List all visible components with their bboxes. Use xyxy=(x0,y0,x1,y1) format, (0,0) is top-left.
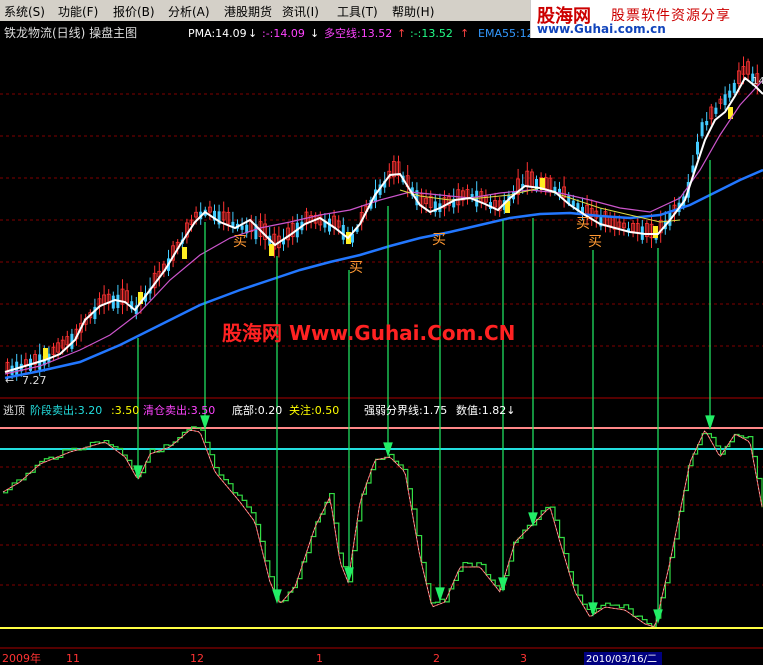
candle-body xyxy=(700,122,704,137)
stage-sell-extra: :3.50 xyxy=(111,404,139,417)
clear-sell-value: 清仓卖出:3.50 xyxy=(143,403,215,417)
buy-signal-4: 买 xyxy=(576,216,590,232)
buy-signal-3: 买 xyxy=(432,232,446,248)
stock-chart[interactable]: 买 买 买 买 买 铁龙物流(日线) 操盘主图 PMA:14.09 ↓ :-:1… xyxy=(0,21,763,665)
attention-value: 关注:0.50 xyxy=(289,403,339,417)
pma-value: PMA:14.09 xyxy=(188,27,247,40)
candle-body xyxy=(705,120,709,126)
menu-item-function[interactable]: 功能(F) xyxy=(58,3,98,20)
ma2-arrow: ↓ xyxy=(310,27,319,40)
bull-bear-value: 多空线:13.52 xyxy=(324,26,392,40)
menu-item-news[interactable]: 资讯(I) xyxy=(282,3,319,20)
cursor-date-label: 2010/03/16/二 xyxy=(586,654,657,665)
sub-indicators: 逃顶 阶段卖出:3.20 :3.50 清仓卖出:3.50 底部:0.20 关注:… xyxy=(3,403,515,417)
menu-item-tools[interactable]: 工具(T) xyxy=(337,3,378,20)
highlight-candle xyxy=(182,247,187,259)
ma4-value: :-:13.52 xyxy=(410,27,453,40)
top-price-label: 14 xyxy=(752,76,763,87)
low-price-label: 7.27 xyxy=(22,374,47,387)
candle-body xyxy=(240,225,244,230)
bottom-value: 底部:0.20 xyxy=(232,403,282,417)
candle-body xyxy=(728,90,732,98)
ma4-arrow: ↑ xyxy=(460,27,469,40)
axis-label-11: 11 xyxy=(66,652,80,665)
watermark-text: 股海网 Www.Guhai.Com.CN xyxy=(222,321,515,345)
sub-title: 逃顶 xyxy=(3,404,25,417)
highlight-candle xyxy=(269,244,274,256)
axis-label-1: 1 xyxy=(316,652,323,665)
brand-url: www.Guhai.com.cn xyxy=(537,22,666,36)
menu-item-analysis[interactable]: 分析(A) xyxy=(168,3,210,20)
menu-item-hk-futures[interactable]: 港股期货 xyxy=(224,3,272,20)
stage-sell-value: 阶段卖出:3.20 xyxy=(30,403,102,417)
menu-item-system[interactable]: 系统(S) xyxy=(4,3,45,20)
buy-signal-5: 买 xyxy=(588,234,602,250)
main-indicators: PMA:14.09 ↓ :-:14.09 ↓ 多空线:13.52 ↑ :-:13… xyxy=(188,26,544,40)
brand-banner: 股海网 股票软件资源分享 www.Guhai.com.cn xyxy=(530,0,763,38)
axis-label-3: 3 xyxy=(520,652,527,665)
bull-bear-arrow: ↑ xyxy=(397,27,406,40)
candle-body xyxy=(714,107,718,114)
axis-label-2: 2 xyxy=(433,652,440,665)
highlight-candle xyxy=(653,226,658,238)
pma-arrow: ↓ xyxy=(248,27,257,40)
candle-body xyxy=(696,141,699,155)
buy-signal-2: 买 xyxy=(349,260,363,276)
menu-item-quote[interactable]: 报价(B) xyxy=(113,3,155,20)
ma2-value: :-:14.09 xyxy=(262,27,305,40)
strength-divider-value: 强弱分界线:1.75 xyxy=(364,403,447,417)
axis-label-2009: 2009年 xyxy=(2,651,41,665)
buy-signal-1: 买 xyxy=(233,234,247,250)
main-title: 铁龙物流(日线) 操盘主图 xyxy=(4,25,137,40)
candle-body xyxy=(732,82,736,93)
axis-label-12: 12 xyxy=(190,652,204,665)
menu-item-help[interactable]: 帮助(H) xyxy=(392,3,434,20)
candle-body xyxy=(723,94,727,106)
low-price-arrow: ← xyxy=(5,374,14,387)
numeric-value: 数值:1.82↓ xyxy=(456,404,515,417)
